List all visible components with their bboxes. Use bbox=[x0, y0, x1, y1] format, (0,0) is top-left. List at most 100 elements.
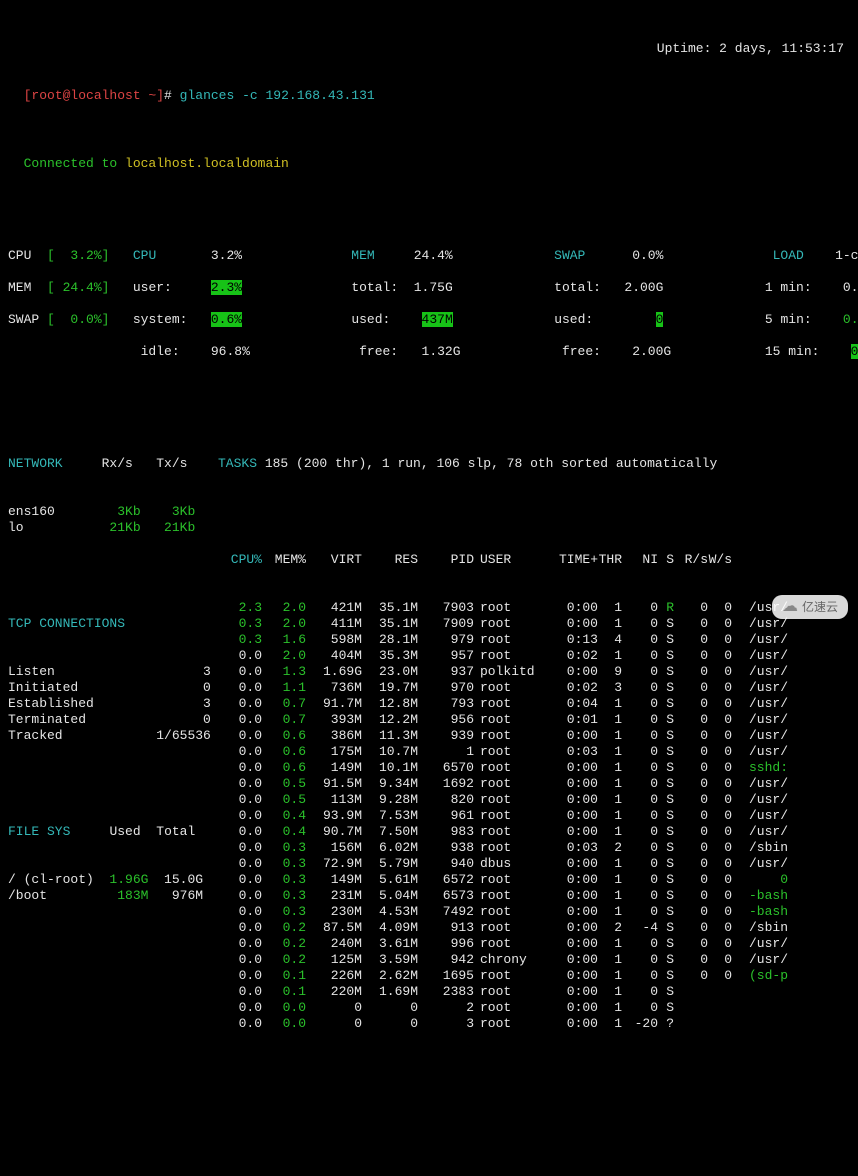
swap-label: SWAP bbox=[8, 312, 39, 327]
watermark: 亿速云 bbox=[772, 595, 848, 619]
process-row: 0.31.6598M28.1M979root0:1340S00/usr/ bbox=[218, 632, 850, 648]
network-row: ens160 3Kb 3Kb bbox=[8, 504, 218, 520]
hdr-virt: VIRT bbox=[306, 552, 362, 568]
process-row: 0.00.1220M1.69M2383root0:0010S bbox=[218, 984, 850, 1000]
process-row: 0.00.3156M6.02M938root0:0320S00/sbin bbox=[218, 840, 850, 856]
hdr-res: RES bbox=[362, 552, 418, 568]
process-row: 0.00.5113M9.28M820root0:0010S00/usr/ bbox=[218, 792, 850, 808]
process-row: 0.00.2240M3.61M996root0:0010S00/usr/ bbox=[218, 936, 850, 952]
prompt-command: glances -c 192.168.43.131 bbox=[180, 88, 375, 103]
swap-total-val: 2.00G bbox=[624, 280, 663, 295]
mem-label: MEM bbox=[8, 280, 31, 295]
hdr-rs: R/s bbox=[674, 552, 708, 568]
cpu-col-val: 3.2% bbox=[211, 248, 242, 263]
process-row: 0.00.2125M3.59M942chrony0:0010S00/usr/ bbox=[218, 952, 850, 968]
process-row: 0.01.31.69G23.0M937polkitd0:0090S00/usr/ bbox=[218, 664, 850, 680]
process-row: 0.00.0002root0:0010S bbox=[218, 1000, 850, 1016]
prompt-hash: # bbox=[164, 88, 172, 103]
hdr-user: USER bbox=[474, 552, 538, 568]
load5-label: 5 min: bbox=[765, 312, 812, 327]
load5-val: 0.02 bbox=[843, 312, 858, 327]
connected-host: localhost.localdomain bbox=[125, 156, 289, 171]
process-row: 0.00.3149M5.61M6572root0:0010S000 bbox=[218, 872, 850, 888]
fs-row: / (cl-root) 1.96G 15.0G bbox=[8, 872, 218, 888]
tcp-row: Listen 3 bbox=[8, 664, 218, 680]
connected-label: Connected to bbox=[24, 156, 125, 171]
load1-label: 1 min: bbox=[765, 280, 812, 295]
mem-used-label: used: bbox=[351, 312, 390, 327]
hdr-s: S bbox=[658, 552, 674, 568]
process-row: 0.00.493.9M7.53M961root0:0010S00/usr/ bbox=[218, 808, 850, 824]
shell-prompt: [root@localhost ~]# glances -c 192.168.4… bbox=[8, 72, 850, 104]
mem-bracket: [ 24.4%] bbox=[47, 280, 109, 295]
process-row: 0.00.591.5M9.34M1692root0:0010S00/usr/ bbox=[218, 776, 850, 792]
prompt-userhost: [root@localhost ~] bbox=[24, 88, 164, 103]
process-row: 0.32.0411M35.1M7909root0:0010S00/usr/ bbox=[218, 616, 850, 632]
connected-line: Connected to localhost.localdomain Uptim… bbox=[8, 140, 850, 188]
hdr-cmd bbox=[732, 552, 788, 568]
load15-val: 0.00 bbox=[851, 344, 858, 359]
network-title: NETWORK bbox=[8, 456, 63, 471]
process-header: CPU% MEM% VIRT RES PID USER TIME+ THR NI… bbox=[218, 552, 850, 568]
mem-total-label: total: bbox=[351, 280, 398, 295]
mem-col-val: 24.4% bbox=[414, 248, 453, 263]
process-row: 0.00.372.9M5.79M940dbus0:0010S00/usr/ bbox=[218, 856, 850, 872]
left-panel: NETWORK Rx/s Tx/s ens160 3Kb 3Kblo 21Kb … bbox=[8, 424, 218, 1064]
load-label: LOAD bbox=[773, 248, 804, 263]
swap-free-val: 2.00G bbox=[632, 344, 671, 359]
idle-label: idle: bbox=[141, 344, 180, 359]
hdr-ni: NI bbox=[622, 552, 658, 568]
load-core: 1-core bbox=[835, 248, 858, 263]
process-row: 0.00.3230M4.53M7492root0:0010S00-bash bbox=[218, 904, 850, 920]
tasks-label: TASKS bbox=[218, 456, 257, 471]
cpu-label: CPU bbox=[8, 248, 31, 263]
hdr-mem: MEM% bbox=[262, 552, 306, 568]
process-row: 0.00.6386M11.3M939root0:0010S00/usr/ bbox=[218, 728, 850, 744]
swap-total-label: total: bbox=[554, 280, 601, 295]
swap-used-label: used: bbox=[554, 312, 593, 327]
swap-bracket: [ 0.0%] bbox=[47, 312, 109, 327]
hdr-time: TIME+ bbox=[538, 552, 598, 568]
hdr-cpu: CPU% bbox=[218, 552, 262, 568]
process-row: 2.32.0421M35.1M7903root0:0010R00/usr/ bbox=[218, 600, 850, 616]
system-label: system: bbox=[133, 312, 188, 327]
system-val: 0.6% bbox=[211, 312, 242, 327]
swap-used-val: 0 bbox=[656, 312, 664, 327]
mem-col-label: MEM bbox=[351, 248, 374, 263]
process-row: 0.00.1226M2.62M1695root0:0010S00(sd-p bbox=[218, 968, 850, 984]
cpu-bracket: [ 3.2%] bbox=[47, 248, 109, 263]
process-row: 0.00.6149M10.1M6570root0:0010S00sshd: bbox=[218, 760, 850, 776]
summary-block: CPU [ 3.2%] CPU 3.2% MEM 24.4% SWAP 0.0%… bbox=[8, 232, 850, 376]
tasks-text: 185 (200 thr), 1 run, 106 slp, 78 oth so… bbox=[265, 456, 717, 471]
net-tx-hdr: Tx/s bbox=[156, 456, 187, 471]
hdr-pid: PID bbox=[418, 552, 474, 568]
tcp-row: Established 3 bbox=[8, 696, 218, 712]
uptime-text: Uptime: 2 days, 11:53:17 bbox=[657, 41, 844, 57]
fs-row: /boot 183M 976M bbox=[8, 888, 218, 904]
process-row: 0.00.791.7M12.8M793root0:0410S00/usr/ bbox=[218, 696, 850, 712]
swap-col-val: 0.0% bbox=[632, 248, 663, 263]
cloud-icon bbox=[782, 599, 798, 615]
cpu-col-label: CPU bbox=[133, 248, 156, 263]
process-row: 0.00.6175M10.7M1root0:0310S00/usr/ bbox=[218, 744, 850, 760]
fs-title: FILE SYS bbox=[8, 824, 70, 839]
swap-col-label: SWAP bbox=[554, 248, 585, 263]
tcp-row: Tracked 1/65536 bbox=[8, 728, 218, 744]
tcp-row: Initiated 0 bbox=[8, 680, 218, 696]
mem-free-val: 1.32G bbox=[422, 344, 461, 359]
hdr-thr: THR bbox=[598, 552, 622, 568]
right-panel: TASKS 185 (200 thr), 1 run, 106 slp, 78 … bbox=[218, 424, 850, 1064]
tcp-title: TCP CONNECTIONS bbox=[8, 616, 125, 631]
mem-total-val: 1.75G bbox=[414, 280, 453, 295]
fs-total-hdr: Total bbox=[156, 824, 195, 839]
fs-used-hdr: Used bbox=[109, 824, 140, 839]
tcp-row: Terminated 0 bbox=[8, 712, 218, 728]
load15-label: 15 min: bbox=[765, 344, 820, 359]
user-label: user: bbox=[133, 280, 172, 295]
idle-val: 96.8% bbox=[211, 344, 250, 359]
user-val: 2.3% bbox=[211, 280, 242, 295]
mem-used-val: 437M bbox=[422, 312, 453, 327]
process-row: 0.00.3231M5.04M6573root0:0010S00-bash bbox=[218, 888, 850, 904]
swap-free-label: free: bbox=[562, 344, 601, 359]
process-row: 0.02.0404M35.3M957root0:0210S00/usr/ bbox=[218, 648, 850, 664]
